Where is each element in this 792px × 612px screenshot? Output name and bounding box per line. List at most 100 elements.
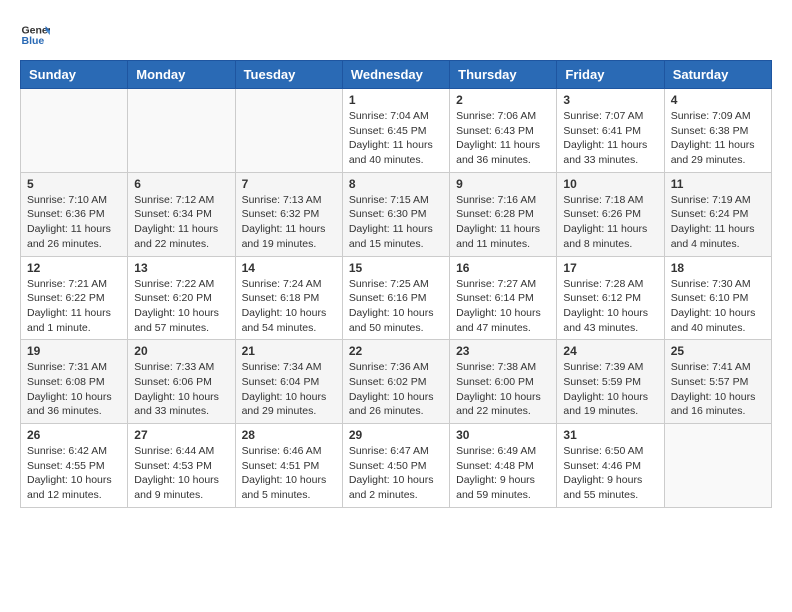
day-number: 9 — [456, 177, 550, 191]
week-row-3: 12 Sunrise: 7:21 AMSunset: 6:22 PMDaylig… — [21, 256, 772, 340]
calendar-cell: 27 Sunrise: 6:44 AMSunset: 4:53 PMDaylig… — [128, 424, 235, 508]
day-number: 31 — [563, 428, 657, 442]
day-info: Sunrise: 7:13 AMSunset: 6:32 PMDaylight:… — [242, 193, 336, 252]
calendar-cell: 29 Sunrise: 6:47 AMSunset: 4:50 PMDaylig… — [342, 424, 449, 508]
day-info: Sunrise: 7:33 AMSunset: 6:06 PMDaylight:… — [134, 360, 228, 419]
day-info: Sunrise: 6:42 AMSunset: 4:55 PMDaylight:… — [27, 444, 121, 503]
day-info: Sunrise: 7:39 AMSunset: 5:59 PMDaylight:… — [563, 360, 657, 419]
svg-text:Blue: Blue — [22, 35, 45, 47]
calendar-cell: 24 Sunrise: 7:39 AMSunset: 5:59 PMDaylig… — [557, 340, 664, 424]
weekday-header-row: SundayMondayTuesdayWednesdayThursdayFrid… — [21, 61, 772, 89]
weekday-header-friday: Friday — [557, 61, 664, 89]
day-number: 26 — [27, 428, 121, 442]
week-row-2: 5 Sunrise: 7:10 AMSunset: 6:36 PMDayligh… — [21, 172, 772, 256]
day-info: Sunrise: 6:49 AMSunset: 4:48 PMDaylight:… — [456, 444, 550, 503]
day-info: Sunrise: 7:06 AMSunset: 6:43 PMDaylight:… — [456, 109, 550, 168]
weekday-header-tuesday: Tuesday — [235, 61, 342, 89]
calendar-cell: 9 Sunrise: 7:16 AMSunset: 6:28 PMDayligh… — [450, 172, 557, 256]
day-number: 27 — [134, 428, 228, 442]
day-info: Sunrise: 7:12 AMSunset: 6:34 PMDaylight:… — [134, 193, 228, 252]
day-info: Sunrise: 7:27 AMSunset: 6:14 PMDaylight:… — [456, 277, 550, 336]
day-info: Sunrise: 7:38 AMSunset: 6:00 PMDaylight:… — [456, 360, 550, 419]
day-number: 14 — [242, 261, 336, 275]
day-info: Sunrise: 7:07 AMSunset: 6:41 PMDaylight:… — [563, 109, 657, 168]
calendar-cell — [128, 89, 235, 173]
calendar-cell: 13 Sunrise: 7:22 AMSunset: 6:20 PMDaylig… — [128, 256, 235, 340]
calendar-table: SundayMondayTuesdayWednesdayThursdayFrid… — [20, 60, 772, 508]
day-number: 24 — [563, 344, 657, 358]
calendar-cell: 14 Sunrise: 7:24 AMSunset: 6:18 PMDaylig… — [235, 256, 342, 340]
calendar-cell: 8 Sunrise: 7:15 AMSunset: 6:30 PMDayligh… — [342, 172, 449, 256]
calendar-cell: 11 Sunrise: 7:19 AMSunset: 6:24 PMDaylig… — [664, 172, 771, 256]
calendar-cell: 30 Sunrise: 6:49 AMSunset: 4:48 PMDaylig… — [450, 424, 557, 508]
day-number: 5 — [27, 177, 121, 191]
day-info: Sunrise: 7:19 AMSunset: 6:24 PMDaylight:… — [671, 193, 765, 252]
calendar-cell — [664, 424, 771, 508]
calendar-cell: 12 Sunrise: 7:21 AMSunset: 6:22 PMDaylig… — [21, 256, 128, 340]
calendar-cell: 5 Sunrise: 7:10 AMSunset: 6:36 PMDayligh… — [21, 172, 128, 256]
day-info: Sunrise: 7:25 AMSunset: 6:16 PMDaylight:… — [349, 277, 443, 336]
calendar-cell: 16 Sunrise: 7:27 AMSunset: 6:14 PMDaylig… — [450, 256, 557, 340]
day-info: Sunrise: 7:28 AMSunset: 6:12 PMDaylight:… — [563, 277, 657, 336]
day-number: 11 — [671, 177, 765, 191]
calendar-cell: 28 Sunrise: 6:46 AMSunset: 4:51 PMDaylig… — [235, 424, 342, 508]
day-number: 29 — [349, 428, 443, 442]
calendar-cell: 20 Sunrise: 7:33 AMSunset: 6:06 PMDaylig… — [128, 340, 235, 424]
day-number: 6 — [134, 177, 228, 191]
weekday-header-wednesday: Wednesday — [342, 61, 449, 89]
page-header: General Blue — [20, 20, 772, 50]
day-number: 21 — [242, 344, 336, 358]
day-number: 12 — [27, 261, 121, 275]
day-info: Sunrise: 7:16 AMSunset: 6:28 PMDaylight:… — [456, 193, 550, 252]
logo-icon: General Blue — [20, 20, 50, 50]
day-info: Sunrise: 7:36 AMSunset: 6:02 PMDaylight:… — [349, 360, 443, 419]
day-number: 17 — [563, 261, 657, 275]
calendar-cell: 7 Sunrise: 7:13 AMSunset: 6:32 PMDayligh… — [235, 172, 342, 256]
calendar-cell: 21 Sunrise: 7:34 AMSunset: 6:04 PMDaylig… — [235, 340, 342, 424]
week-row-1: 1 Sunrise: 7:04 AMSunset: 6:45 PMDayligh… — [21, 89, 772, 173]
day-info: Sunrise: 7:21 AMSunset: 6:22 PMDaylight:… — [27, 277, 121, 336]
day-info: Sunrise: 7:22 AMSunset: 6:20 PMDaylight:… — [134, 277, 228, 336]
calendar-cell: 2 Sunrise: 7:06 AMSunset: 6:43 PMDayligh… — [450, 89, 557, 173]
day-info: Sunrise: 7:24 AMSunset: 6:18 PMDaylight:… — [242, 277, 336, 336]
weekday-header-thursday: Thursday — [450, 61, 557, 89]
day-number: 19 — [27, 344, 121, 358]
day-number: 15 — [349, 261, 443, 275]
day-number: 4 — [671, 93, 765, 107]
calendar-cell: 15 Sunrise: 7:25 AMSunset: 6:16 PMDaylig… — [342, 256, 449, 340]
day-number: 10 — [563, 177, 657, 191]
day-number: 8 — [349, 177, 443, 191]
calendar-cell: 25 Sunrise: 7:41 AMSunset: 5:57 PMDaylig… — [664, 340, 771, 424]
calendar-cell: 22 Sunrise: 7:36 AMSunset: 6:02 PMDaylig… — [342, 340, 449, 424]
calendar-cell: 10 Sunrise: 7:18 AMSunset: 6:26 PMDaylig… — [557, 172, 664, 256]
day-number: 16 — [456, 261, 550, 275]
day-info: Sunrise: 7:04 AMSunset: 6:45 PMDaylight:… — [349, 109, 443, 168]
day-info: Sunrise: 6:47 AMSunset: 4:50 PMDaylight:… — [349, 444, 443, 503]
day-number: 25 — [671, 344, 765, 358]
calendar-cell — [235, 89, 342, 173]
day-number: 18 — [671, 261, 765, 275]
day-number: 28 — [242, 428, 336, 442]
week-row-4: 19 Sunrise: 7:31 AMSunset: 6:08 PMDaylig… — [21, 340, 772, 424]
day-number: 23 — [456, 344, 550, 358]
day-info: Sunrise: 7:41 AMSunset: 5:57 PMDaylight:… — [671, 360, 765, 419]
day-info: Sunrise: 7:18 AMSunset: 6:26 PMDaylight:… — [563, 193, 657, 252]
calendar-cell: 1 Sunrise: 7:04 AMSunset: 6:45 PMDayligh… — [342, 89, 449, 173]
calendar-cell: 18 Sunrise: 7:30 AMSunset: 6:10 PMDaylig… — [664, 256, 771, 340]
calendar-cell: 3 Sunrise: 7:07 AMSunset: 6:41 PMDayligh… — [557, 89, 664, 173]
calendar-cell: 4 Sunrise: 7:09 AMSunset: 6:38 PMDayligh… — [664, 89, 771, 173]
calendar-cell: 26 Sunrise: 6:42 AMSunset: 4:55 PMDaylig… — [21, 424, 128, 508]
weekday-header-monday: Monday — [128, 61, 235, 89]
day-number: 30 — [456, 428, 550, 442]
calendar-cell: 31 Sunrise: 6:50 AMSunset: 4:46 PMDaylig… — [557, 424, 664, 508]
logo: General Blue — [20, 20, 50, 50]
calendar-cell: 17 Sunrise: 7:28 AMSunset: 6:12 PMDaylig… — [557, 256, 664, 340]
calendar-cell: 6 Sunrise: 7:12 AMSunset: 6:34 PMDayligh… — [128, 172, 235, 256]
calendar-cell — [21, 89, 128, 173]
day-info: Sunrise: 7:10 AMSunset: 6:36 PMDaylight:… — [27, 193, 121, 252]
calendar-cell: 23 Sunrise: 7:38 AMSunset: 6:00 PMDaylig… — [450, 340, 557, 424]
day-info: Sunrise: 7:15 AMSunset: 6:30 PMDaylight:… — [349, 193, 443, 252]
day-info: Sunrise: 7:30 AMSunset: 6:10 PMDaylight:… — [671, 277, 765, 336]
day-number: 2 — [456, 93, 550, 107]
day-number: 13 — [134, 261, 228, 275]
